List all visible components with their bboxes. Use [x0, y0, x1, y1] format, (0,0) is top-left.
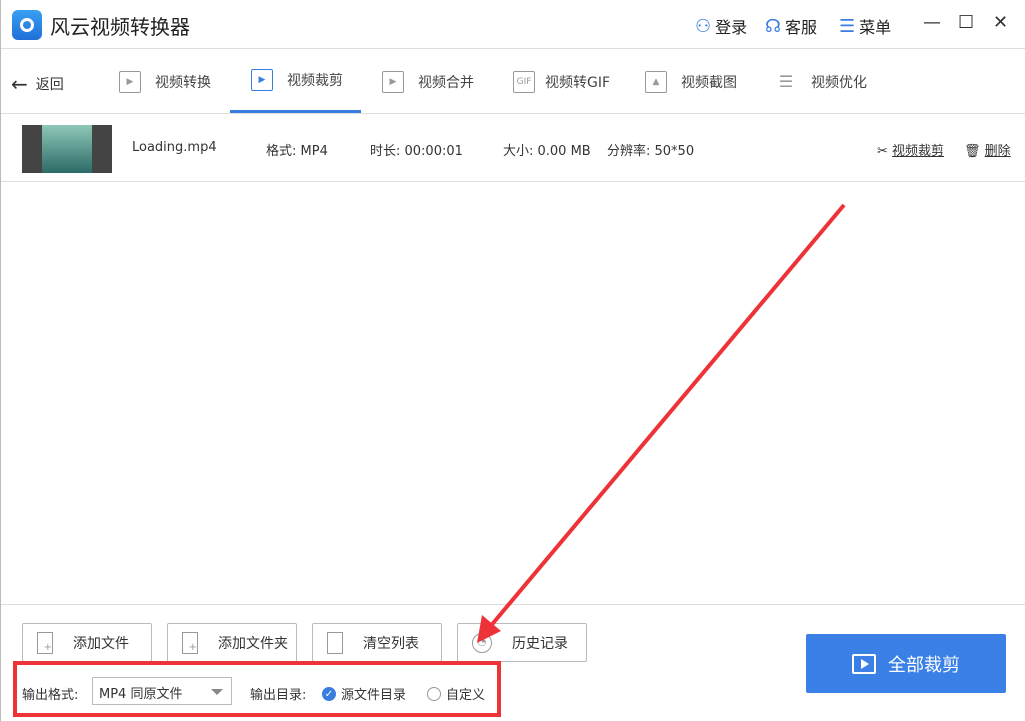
- merge-icon: ▶: [382, 71, 404, 93]
- minimize-button[interactable]: —: [923, 12, 941, 33]
- file-size: 大小: 0.00 MB: [503, 140, 591, 159]
- radio-icon: [427, 687, 441, 701]
- tab-video-crop[interactable]: ▶ 视频裁剪: [230, 50, 361, 113]
- clear-list-button[interactable]: 清空列表: [312, 623, 442, 662]
- tab-label: 视频裁剪: [287, 70, 343, 90]
- check-icon: ✓: [322, 687, 336, 701]
- convert-icon: ▶: [119, 71, 141, 93]
- radio-source-dir[interactable]: ✓ 源文件目录: [322, 684, 406, 703]
- menu-button[interactable]: ☰菜单: [839, 14, 891, 38]
- video-thumbnail: [22, 125, 112, 173]
- tab-video-merge[interactable]: ▶ 视频合并: [382, 50, 474, 113]
- trash-icon: [327, 632, 343, 654]
- add-folder-button[interactable]: + 添加文件夹: [167, 623, 297, 662]
- output-format-value: MP4 同原文件: [99, 687, 182, 702]
- output-dir-label: 输出目录:: [250, 684, 306, 703]
- login-button[interactable]: ⚇登录: [695, 14, 747, 38]
- user-icon: ⚇: [695, 16, 711, 37]
- crop-link-label: 视频裁剪: [892, 144, 944, 159]
- image-icon: ▲: [645, 71, 667, 93]
- tab-label: 视频转GIF: [545, 72, 610, 92]
- history-button[interactable]: ◔ 历史记录: [457, 623, 587, 662]
- bottom-panel: + 添加文件 + 添加文件夹 清空列表 ◔ 历史记录 输出格式: MP4 同原文件 输…: [1, 604, 1025, 721]
- close-button[interactable]: ✕: [993, 12, 1008, 33]
- radio-custom-dir[interactable]: 自定义: [427, 684, 485, 703]
- tab-label: 视频转换: [155, 72, 211, 92]
- back-button[interactable]: ← 返回: [11, 72, 64, 96]
- tab-video-gif[interactable]: GIF 视频转GIF: [513, 50, 610, 113]
- clear-list-label: 清空列表: [363, 633, 419, 653]
- file-resolution: 分辨率: 50*50: [607, 140, 694, 159]
- tool-tabs: ← 返回 ▶ 视频转换 ▶ 视频裁剪 ▶ 视频合并 GIF 视频转GIF ▲ 视频截图 ☰ 视…: [1, 50, 1025, 114]
- tab-video-optimize[interactable]: ☰ 视频优化: [775, 50, 867, 113]
- login-label: 登录: [715, 14, 747, 38]
- tab-label: 视频优化: [811, 72, 867, 92]
- tab-label: 视频截图: [681, 72, 737, 92]
- file-add-icon: +: [37, 632, 53, 654]
- tab-video-screenshot[interactable]: ▲ 视频截图: [645, 50, 737, 113]
- chevron-down-icon: [211, 689, 223, 695]
- back-label: 返回: [36, 74, 64, 94]
- output-format-select[interactable]: MP4 同原文件: [92, 677, 232, 705]
- support-label: 客服: [785, 14, 817, 38]
- title-bar: 风云视频转换器 ⚇登录 ☊客服 ☰菜单 — ☐ ✕: [1, 0, 1025, 49]
- menu-label: 菜单: [859, 14, 891, 38]
- crop-link[interactable]: ✂ 视频裁剪: [877, 140, 944, 159]
- play-icon: [852, 654, 876, 674]
- history-label: 历史记录: [512, 633, 568, 653]
- maximize-button[interactable]: ☐: [958, 12, 974, 33]
- gif-icon: GIF: [513, 71, 535, 93]
- scissors-icon: ✂: [877, 144, 888, 159]
- crop-all-button[interactable]: 全部裁剪: [806, 634, 1006, 693]
- arrow-left-icon: ←: [11, 72, 28, 96]
- app-title: 风云视频转换器: [50, 11, 190, 40]
- arrow-line: [489, 205, 844, 628]
- clock-icon: ◔: [472, 633, 492, 653]
- folder-add-icon: +: [182, 632, 198, 654]
- file-duration: 时长: 00:00:01: [370, 140, 463, 159]
- tab-label: 视频合并: [418, 72, 474, 92]
- file-format: 格式: MP4: [266, 140, 328, 159]
- add-file-button[interactable]: + 添加文件: [22, 623, 152, 662]
- crop-all-label: 全部裁剪: [888, 651, 960, 677]
- file-row[interactable]: Loading.mp4 格式: MP4 时长: 00:00:01 大小: 0.0…: [1, 114, 1025, 182]
- app-logo-icon: [12, 10, 42, 40]
- trash-icon: 🗑: [964, 144, 981, 159]
- radio-custom-dir-label: 自定义: [446, 684, 485, 703]
- file-name: Loading.mp4: [132, 140, 217, 155]
- headset-icon: ☊: [765, 16, 781, 37]
- support-button[interactable]: ☊客服: [765, 14, 817, 38]
- radio-source-dir-label: 源文件目录: [341, 684, 406, 703]
- delete-link[interactable]: 🗑 删除: [964, 140, 1011, 159]
- crop-icon: ▶: [251, 69, 273, 91]
- delete-link-label: 删除: [985, 144, 1011, 159]
- tab-video-convert[interactable]: ▶ 视频转换: [119, 50, 211, 113]
- output-format-label: 输出格式:: [22, 684, 78, 703]
- add-file-label: 添加文件: [73, 633, 129, 653]
- sliders-icon: ☰: [775, 71, 797, 93]
- add-folder-label: 添加文件夹: [218, 633, 288, 653]
- menu-icon: ☰: [839, 16, 855, 37]
